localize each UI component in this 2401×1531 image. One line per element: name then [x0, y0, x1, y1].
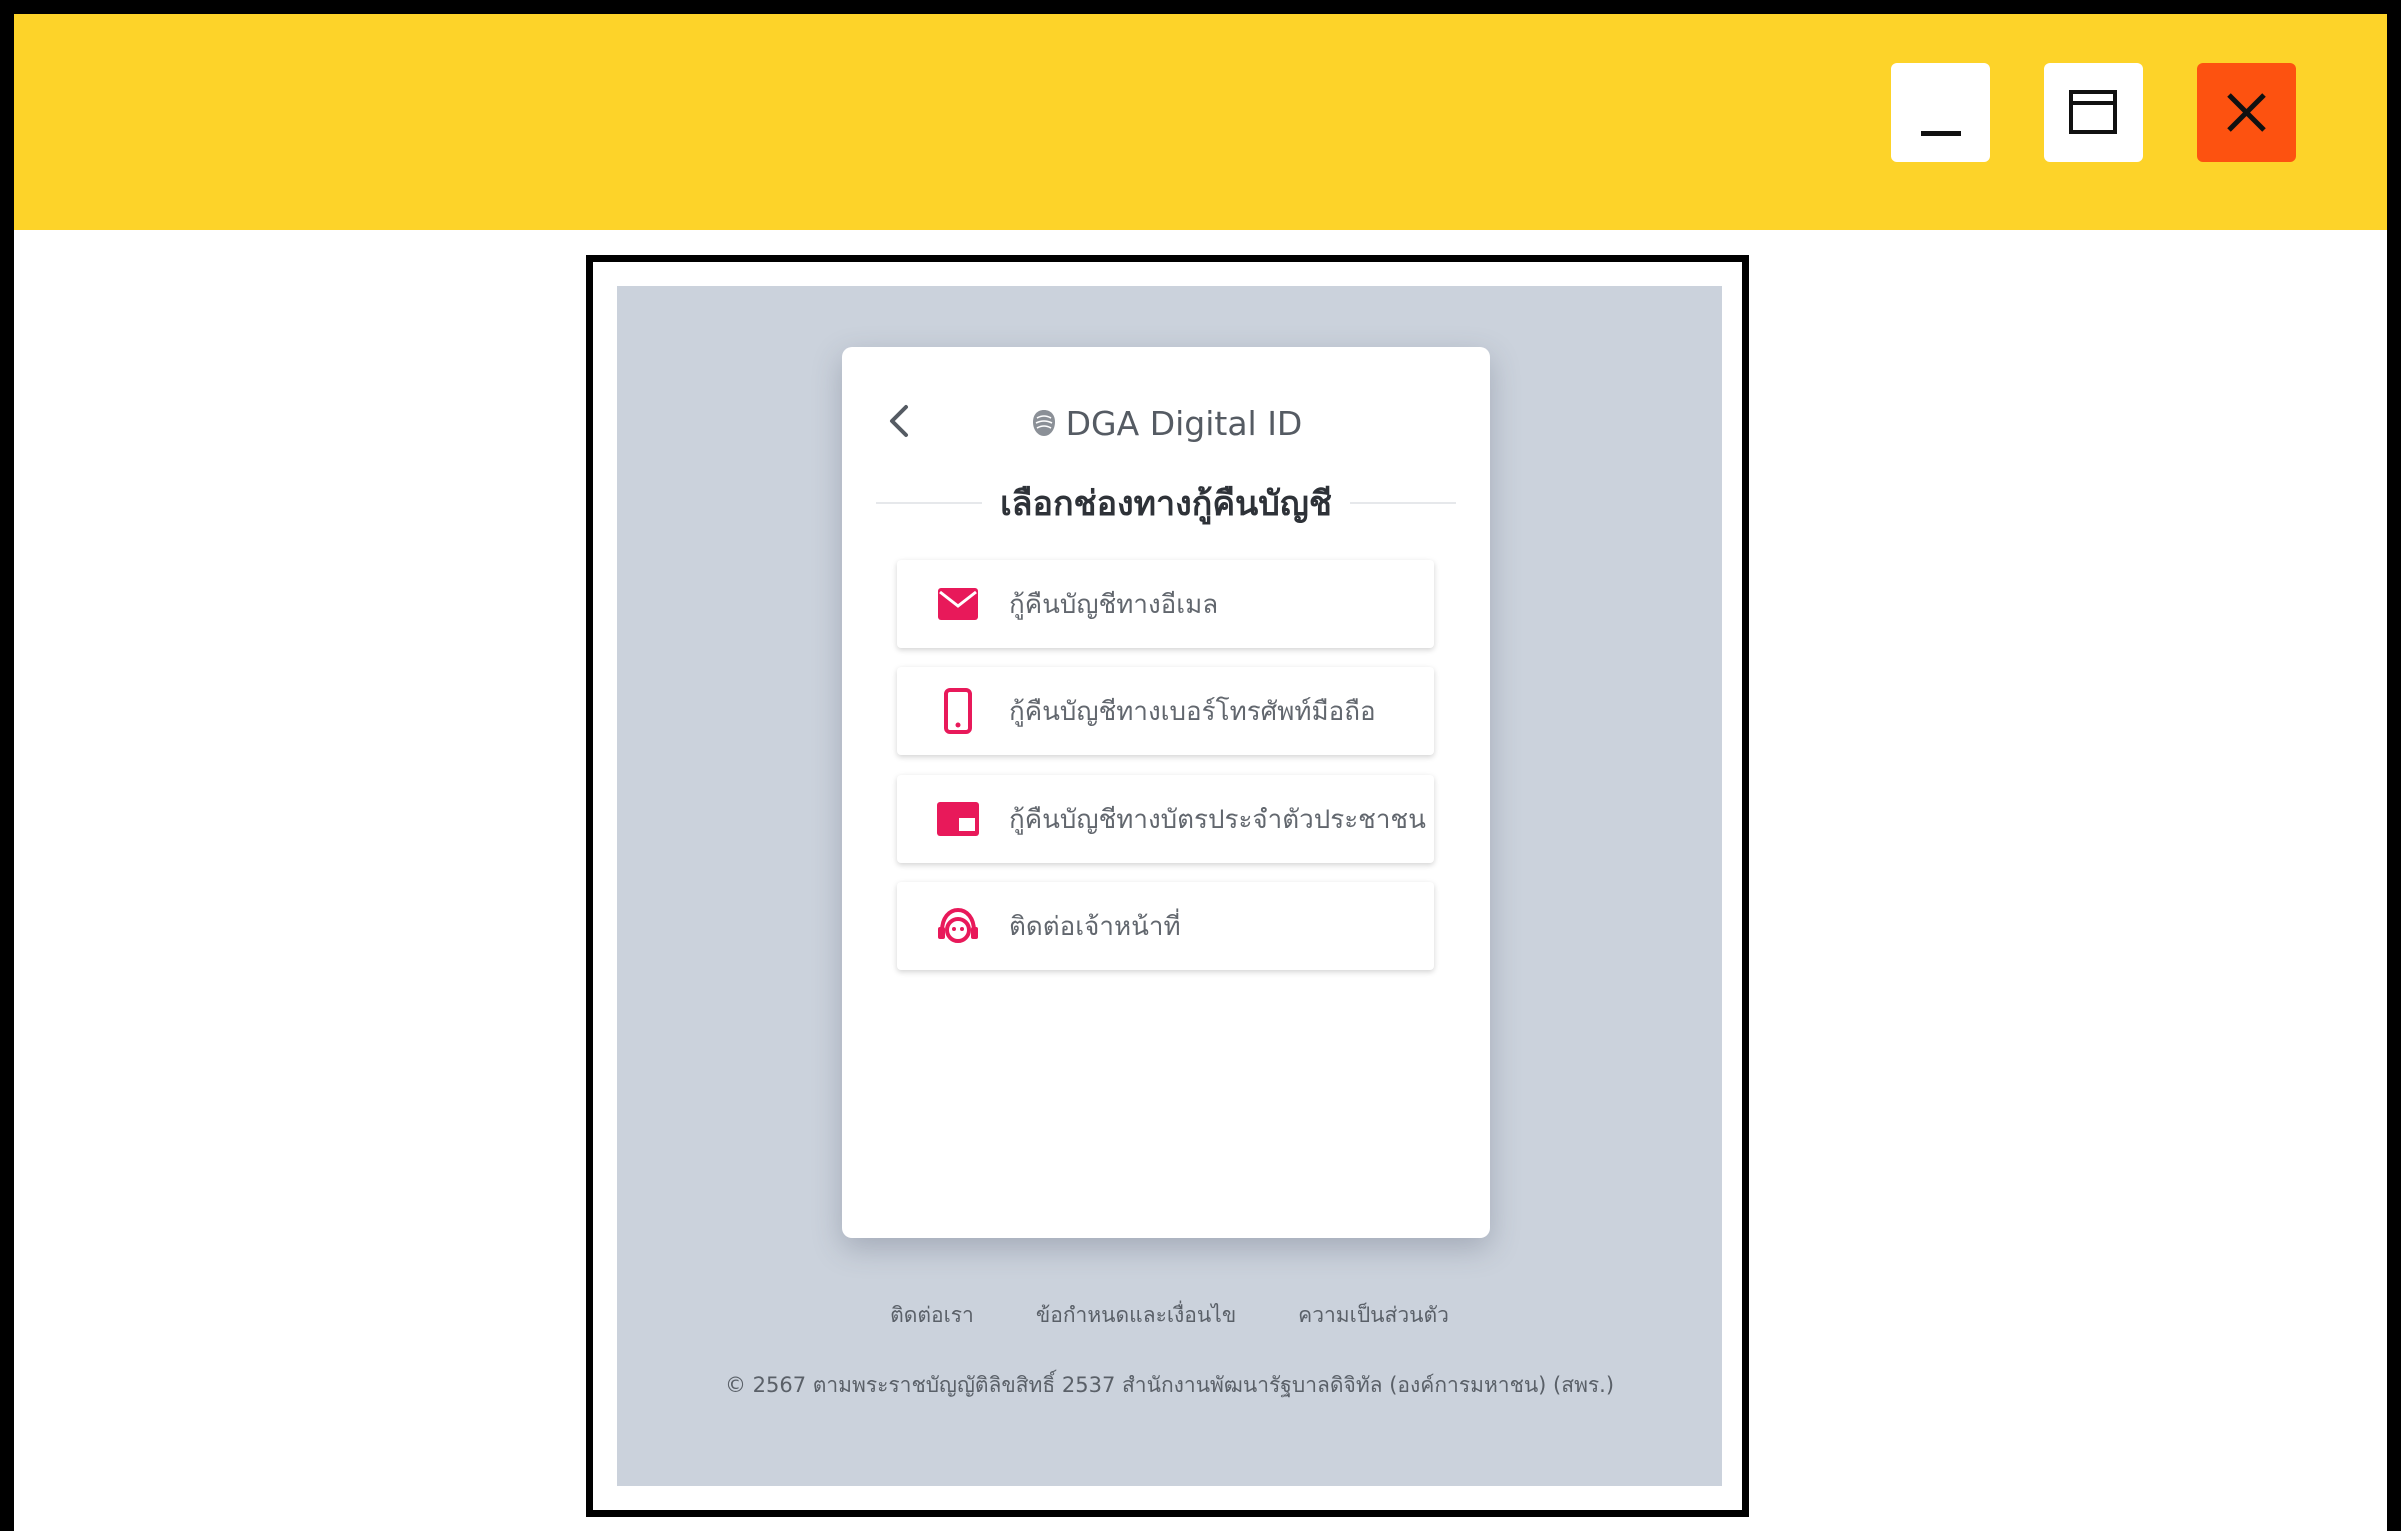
title-divider-left [876, 502, 983, 504]
recovery-card: DGA Digital ID เลือกช่องทางกู้คืนบัญชี ก… [842, 347, 1490, 1238]
footer-links: ติดต่อเรา ข้อกำหนดและเงื่อนไข ความเป็นส่… [617, 1299, 1722, 1339]
window-titlebar [14, 14, 2387, 230]
copyright-text: © 2567 ตามพระราชบัญญัติลิขสิทธิ์ 2537 สำ… [724, 1373, 1615, 1397]
maximize-icon [2069, 90, 2117, 134]
contact-support-option[interactable]: ติดต่อเจ้าหน้าที่ [897, 882, 1434, 970]
section-title-row: เลือกช่องทางกู้คืนบัญชี [876, 477, 1456, 529]
close-icon [2227, 93, 2266, 132]
option-label: ติดต่อเจ้าหน้าที่ [1009, 911, 1181, 942]
brand-name: DGA Digital ID [1065, 403, 1303, 443]
login-page-background: DGA Digital ID เลือกช่องทางกู้คืนบัญชี ก… [617, 286, 1722, 1486]
close-button[interactable] [2197, 63, 2296, 162]
option-label: กู้คืนบัญชีทางอีเมล [1009, 589, 1219, 620]
recover-by-email-option[interactable]: กู้คืนบัญชีทางอีเมล [897, 560, 1434, 648]
footer-link-contact[interactable]: ติดต่อเรา [890, 1299, 974, 1339]
id-card-icon [937, 802, 979, 836]
footer-link-privacy[interactable]: ความเป็นส่วนตัว [1298, 1299, 1449, 1339]
option-label: กู้คืนบัญชีทางเบอร์โทรศัพท์มือถือ [1009, 696, 1376, 727]
support-agent-icon [938, 907, 978, 943]
footer-link-terms[interactable]: ข้อกำหนดและเงื่อนไข [1036, 1299, 1236, 1339]
page-title: เลือกช่องทางกู้คืนบัญชี [1000, 484, 1332, 524]
mobile-phone-icon [944, 688, 972, 734]
screenshot-frame: DGA Digital ID เลือกช่องทางกู้คืนบัญชี ก… [586, 255, 1749, 1517]
email-icon [938, 588, 978, 620]
title-divider-right [1349, 502, 1456, 504]
minimize-button[interactable] [1891, 63, 1990, 162]
option-label: กู้คืนบัญชีทางบัตรประจำตัวประชาชน [1009, 804, 1426, 835]
maximize-button[interactable] [2044, 63, 2143, 162]
recover-by-id-card-option[interactable]: กู้คืนบัญชีทางบัตรประจำตัวประชาชน [897, 775, 1434, 863]
recover-by-mobile-option[interactable]: กู้คืนบัญชีทางเบอร์โทรศัพท์มือถือ [897, 667, 1434, 755]
minimize-icon [1921, 131, 1961, 136]
application-window: DGA Digital ID เลือกช่องทางกู้คืนบัญชี ก… [0, 0, 2401, 1531]
dga-logo-icon [1032, 410, 1055, 436]
brand-header: DGA Digital ID [842, 399, 1490, 447]
